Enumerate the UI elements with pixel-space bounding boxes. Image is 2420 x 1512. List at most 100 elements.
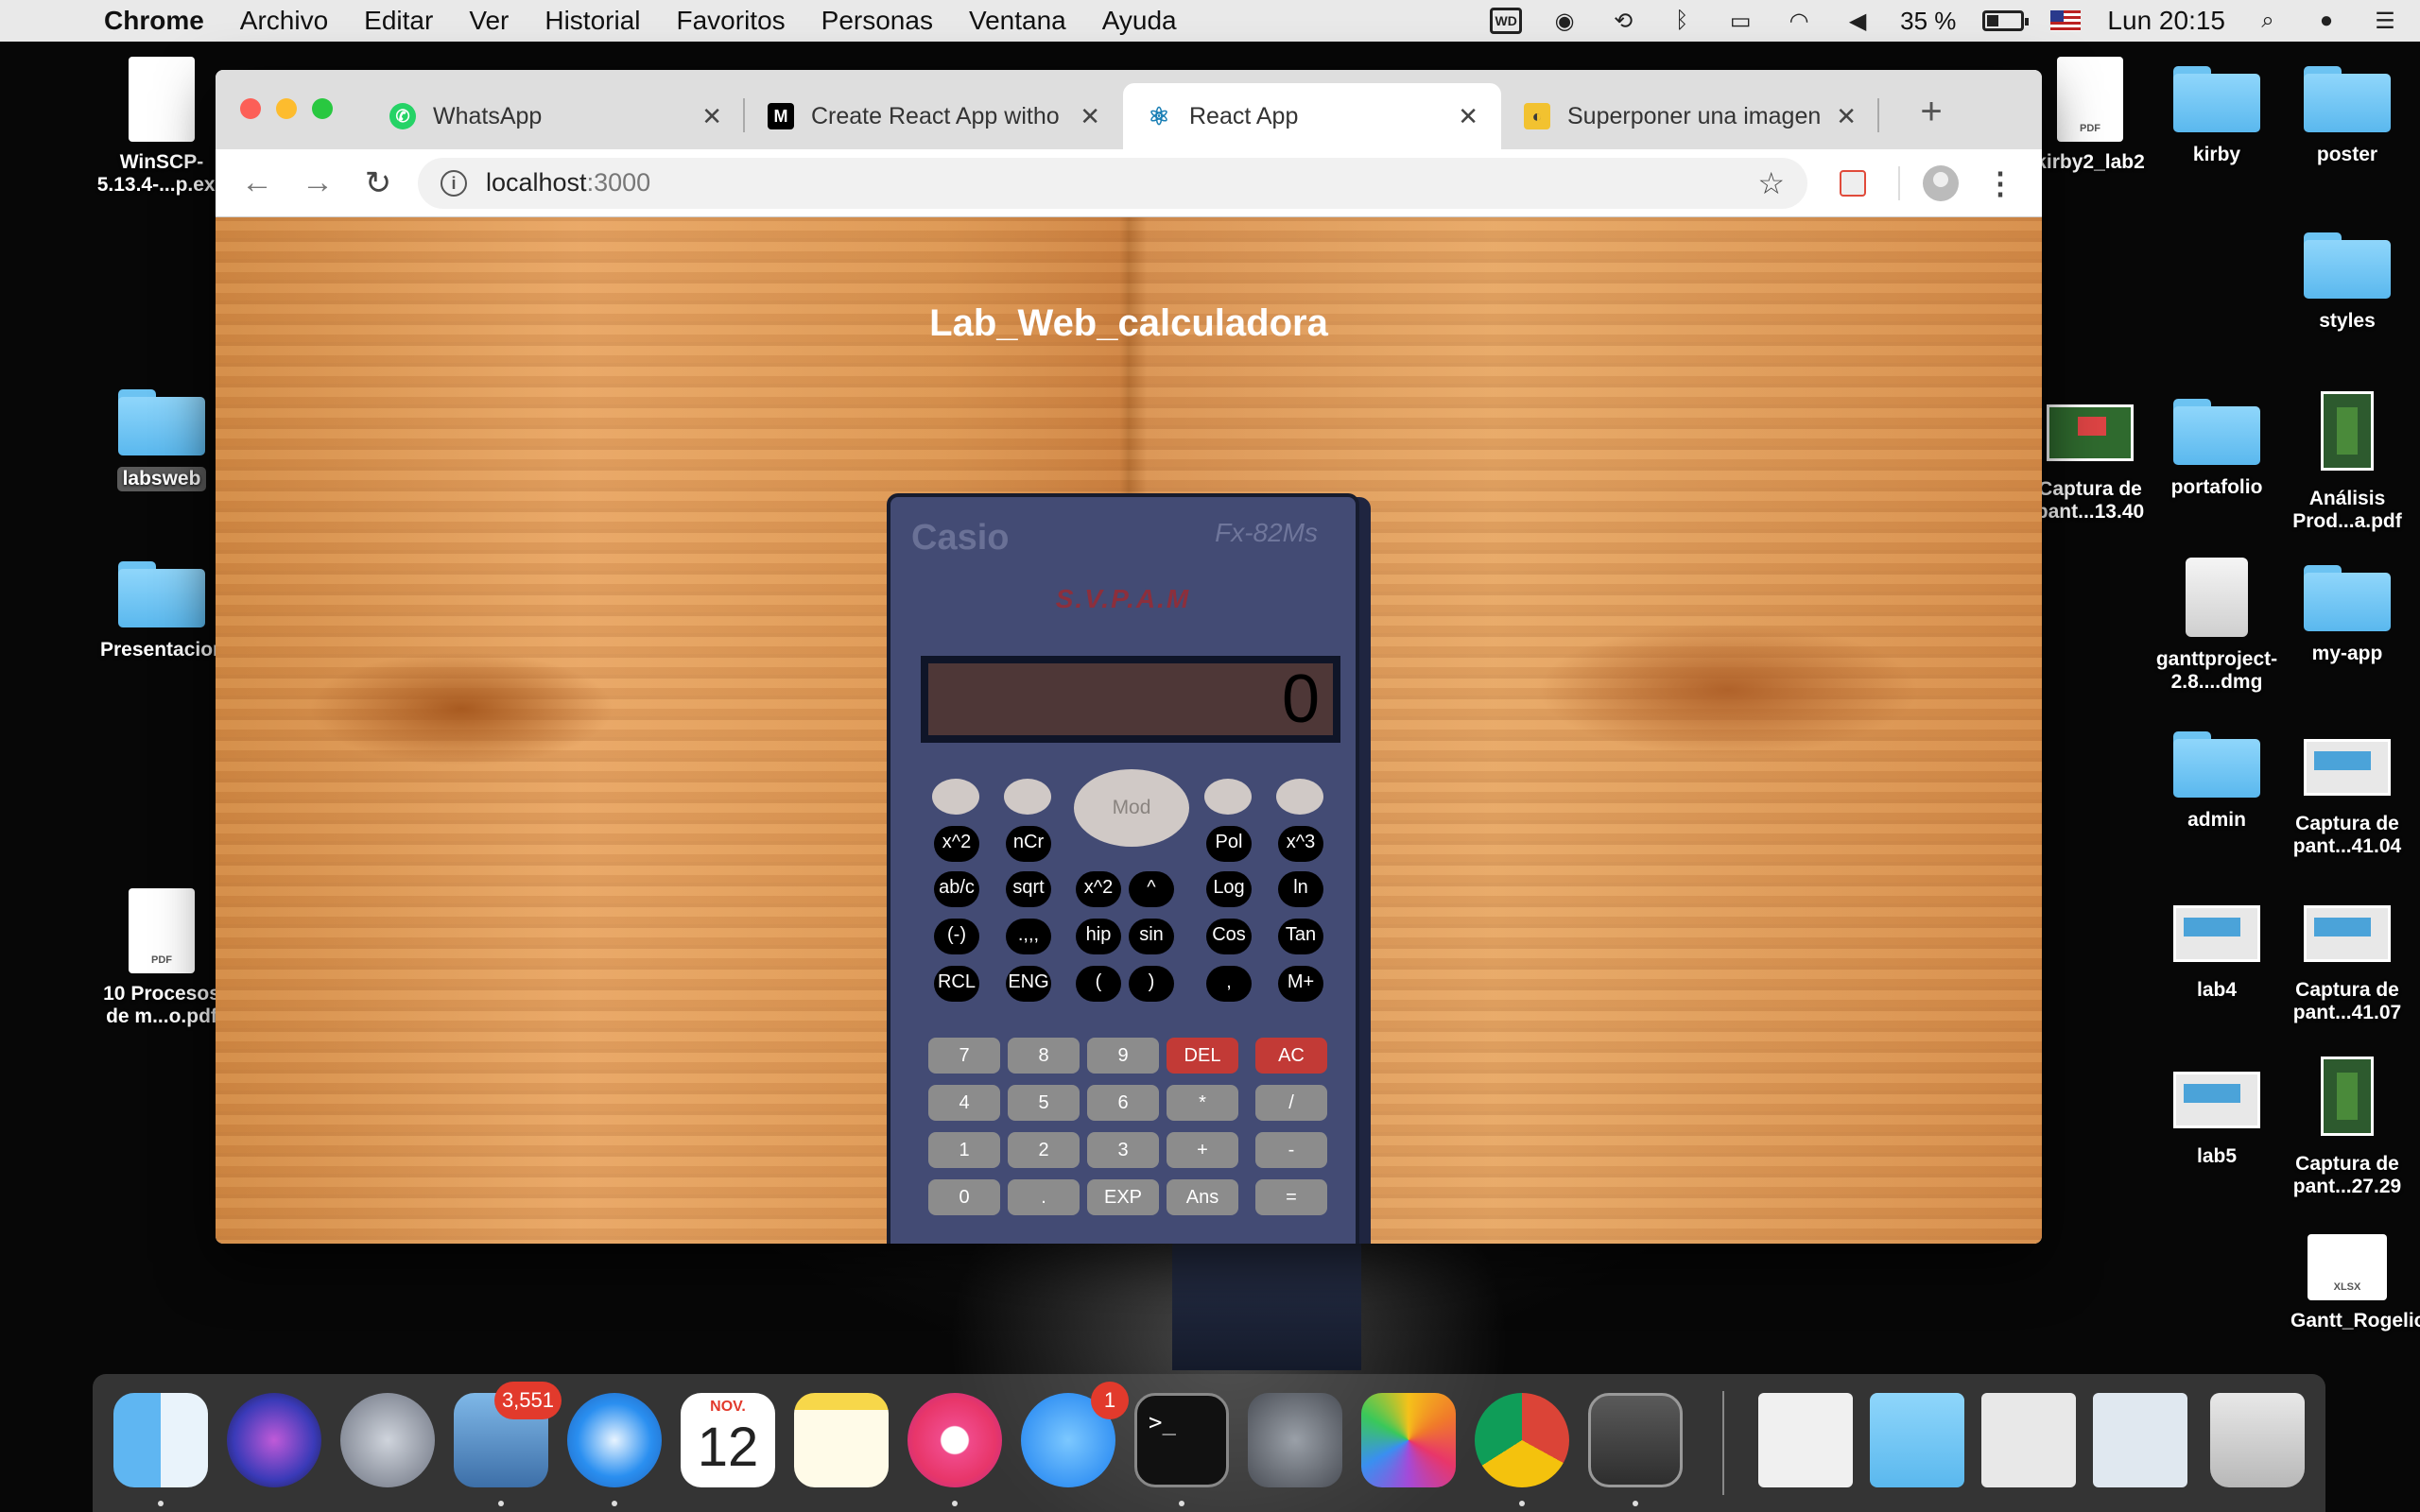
time-machine-icon[interactable]: ⟲ bbox=[1607, 8, 1639, 34]
key-6[interactable]: 6 bbox=[1087, 1085, 1159, 1121]
key-sin[interactable]: sin bbox=[1129, 919, 1174, 954]
back-arrow-icon[interactable]: ← bbox=[227, 164, 287, 201]
extension-icon[interactable] bbox=[1840, 169, 1866, 197]
sublime-text-icon[interactable] bbox=[1588, 1393, 1683, 1487]
key-multiply[interactable]: * bbox=[1167, 1085, 1238, 1121]
desktop-file-lab4[interactable]: lab4 bbox=[2146, 905, 2288, 1002]
key-negate[interactable]: (-) bbox=[934, 919, 979, 954]
terminal-icon[interactable]: >_ bbox=[1134, 1393, 1229, 1487]
calendar-icon[interactable]: NOV. 12 bbox=[681, 1393, 775, 1487]
fullscreen-window-button[interactable] bbox=[312, 98, 333, 119]
key-open-paren[interactable]: ( bbox=[1076, 966, 1121, 1002]
key-exp[interactable]: EXP bbox=[1087, 1179, 1159, 1215]
minimize-window-button[interactable] bbox=[276, 98, 297, 119]
key-8[interactable]: 8 bbox=[1008, 1038, 1080, 1074]
chrome-icon[interactable] bbox=[1475, 1393, 1569, 1487]
mail-icon[interactable]: 3,551 bbox=[454, 1382, 562, 1487]
menu-app-name[interactable]: Chrome bbox=[91, 0, 222, 42]
desktop-folder-labsweb[interactable]: labsweb bbox=[91, 389, 233, 491]
spotlight-search-icon[interactable]: ⌕ bbox=[2252, 8, 2284, 34]
key-log[interactable]: Log bbox=[1206, 871, 1252, 907]
key-tan[interactable]: Tan bbox=[1278, 919, 1323, 954]
key-7[interactable]: 7 bbox=[928, 1038, 1000, 1074]
tab-create-react-app[interactable]: M Create React App witho ✕ bbox=[745, 83, 1123, 149]
battery-percent[interactable]: 35 % bbox=[1900, 7, 1956, 36]
desktop-file-analisis-pdf[interactable]: Análisis Prod...a.pdf bbox=[2276, 391, 2418, 533]
desktop-file-winscp[interactable]: WinSCP-5.13.4-...p.exe bbox=[91, 57, 233, 197]
key-x-cubed[interactable]: x^3 bbox=[1278, 826, 1323, 862]
menu-ventana[interactable]: Ventana bbox=[951, 0, 1084, 42]
launchpad-icon[interactable] bbox=[340, 1393, 435, 1487]
desktop-file-pdf-procesos[interactable]: PDF 10 Procesos de m...o.pdf bbox=[91, 888, 233, 1028]
key-1[interactable]: 1 bbox=[928, 1132, 1000, 1168]
desktop-file-captura-4107[interactable]: Captura de pant...41.07 bbox=[2276, 905, 2418, 1024]
photos-icon[interactable] bbox=[1361, 1393, 1456, 1487]
key-cos[interactable]: Cos bbox=[1206, 919, 1252, 954]
key-hyp[interactable]: hip bbox=[1076, 919, 1121, 954]
desktop-file-lab5[interactable]: lab5 bbox=[2146, 1072, 2288, 1168]
key-ans[interactable]: Ans bbox=[1167, 1179, 1238, 1215]
notes-icon[interactable] bbox=[794, 1393, 889, 1487]
desktop-folder-admin[interactable]: admin bbox=[2146, 731, 2288, 832]
menu-meter-icon[interactable]: ◉ bbox=[1548, 8, 1581, 34]
key-del[interactable]: DEL bbox=[1167, 1038, 1238, 1074]
airplay-icon[interactable]: ▭ bbox=[1724, 8, 1756, 34]
tab-react-app[interactable]: ⚛ React App ✕ bbox=[1123, 83, 1501, 149]
wd-drive-icon[interactable]: WD bbox=[1490, 8, 1523, 34]
shift-button[interactable] bbox=[932, 779, 979, 815]
key-fraction[interactable]: ab/c bbox=[934, 871, 979, 907]
desktop-folder-styles[interactable]: styles bbox=[2276, 232, 2418, 333]
menu-clock[interactable]: Lun 20:15 bbox=[2107, 6, 2225, 36]
key-4[interactable]: 4 bbox=[928, 1085, 1000, 1121]
menu-archivo[interactable]: Archivo bbox=[222, 0, 346, 42]
close-tab-icon[interactable]: ✕ bbox=[701, 102, 722, 131]
desktop-file-gantt-rogelio[interactable]: XLSX Gantt_Rogelio bbox=[2276, 1234, 2420, 1332]
key-close-paren[interactable]: ) bbox=[1129, 966, 1174, 1002]
desktop-folder-poster[interactable]: poster bbox=[2276, 66, 2418, 166]
key-rcl[interactable]: RCL bbox=[934, 966, 979, 1002]
notification-center-icon[interactable]: ☰ bbox=[2369, 8, 2401, 34]
forward-arrow-icon[interactable]: → bbox=[287, 164, 348, 201]
music-file-stack-icon[interactable] bbox=[1758, 1393, 1853, 1487]
close-tab-icon[interactable]: ✕ bbox=[1458, 102, 1478, 131]
key-2[interactable]: 2 bbox=[1008, 1132, 1080, 1168]
system-preferences-icon[interactable] bbox=[1248, 1393, 1342, 1487]
desktop-file-ganttproject-dmg[interactable]: ganttproject-2.8....dmg bbox=[2146, 558, 2288, 694]
mode-button[interactable]: Mod bbox=[1074, 769, 1189, 847]
siri-dock-icon[interactable] bbox=[227, 1393, 321, 1487]
key-m-plus[interactable]: M+ bbox=[1278, 966, 1323, 1002]
key-0[interactable]: 0 bbox=[928, 1179, 1000, 1215]
trash-icon[interactable] bbox=[2210, 1393, 2305, 1487]
key-degrees[interactable]: .,,, bbox=[1006, 919, 1051, 954]
screenshots-stack-icon[interactable] bbox=[2093, 1393, 2187, 1487]
key-plus[interactable]: + bbox=[1167, 1132, 1238, 1168]
key-caret[interactable]: ^ bbox=[1129, 871, 1174, 907]
key-comma[interactable]: , bbox=[1206, 966, 1252, 1002]
key-eng[interactable]: ENG bbox=[1006, 966, 1051, 1002]
left-arrow-button[interactable] bbox=[1204, 779, 1252, 815]
bookmark-star-icon[interactable]: ☆ bbox=[1757, 165, 1785, 201]
key-5[interactable]: 5 bbox=[1008, 1085, 1080, 1121]
key-ncr[interactable]: nCr bbox=[1006, 826, 1051, 862]
finder-icon[interactable] bbox=[113, 1393, 208, 1487]
key-x-squared[interactable]: x^2 bbox=[934, 826, 979, 862]
key-minus[interactable]: - bbox=[1255, 1132, 1327, 1168]
wifi-icon[interactable]: ◠ bbox=[1783, 8, 1815, 34]
desktop-folder-kirby[interactable]: kirby bbox=[2146, 66, 2288, 166]
site-info-icon[interactable]: i bbox=[441, 169, 467, 197]
safari-icon[interactable] bbox=[567, 1393, 662, 1487]
key-sqrt[interactable]: sqrt bbox=[1006, 871, 1051, 907]
menu-historial[interactable]: Historial bbox=[527, 0, 658, 42]
key-decimal[interactable]: . bbox=[1008, 1179, 1080, 1215]
address-bar[interactable]: i localhost:3000 ☆ bbox=[418, 157, 1807, 209]
documents-folder-stack-icon[interactable] bbox=[1870, 1393, 1964, 1487]
siri-icon[interactable]: ● bbox=[2310, 8, 2342, 34]
key-9[interactable]: 9 bbox=[1087, 1038, 1159, 1074]
menu-ayuda[interactable]: Ayuda bbox=[1084, 0, 1195, 42]
close-tab-icon[interactable]: ✕ bbox=[1080, 102, 1100, 131]
downloads-stack-icon[interactable] bbox=[1981, 1393, 2076, 1487]
menu-editar[interactable]: Editar bbox=[346, 0, 451, 42]
menu-personas[interactable]: Personas bbox=[804, 0, 951, 42]
tab-superponer[interactable]: ◐ Superponer una imagen ✕ bbox=[1501, 83, 1879, 149]
key-ln[interactable]: ln bbox=[1278, 871, 1323, 907]
